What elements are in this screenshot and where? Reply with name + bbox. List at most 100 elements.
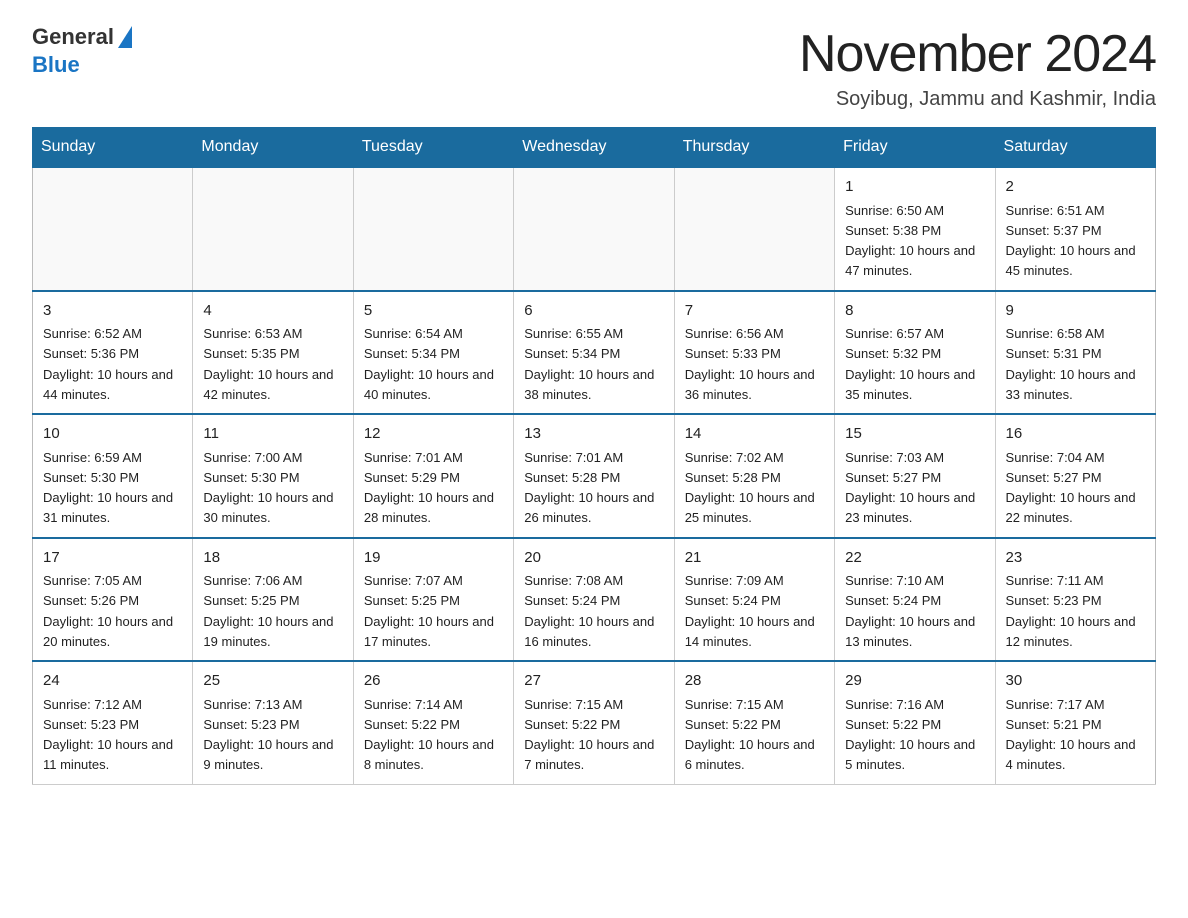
day-number: 13 bbox=[524, 423, 663, 446]
calendar-day-cell: 10Sunrise: 6:59 AMSunset: 5:30 PMDayligh… bbox=[33, 414, 193, 538]
calendar-day-cell bbox=[353, 167, 513, 291]
page-header: General Blue November 2024 Soyibug, Jamm… bbox=[32, 24, 1156, 111]
calendar-day-cell: 8 Sunrise: 6:57 AMSunset: 5:32 PMDaylight… bbox=[835, 291, 995, 415]
calendar-day-cell: 6 Sunrise: 6:55 AMSunset: 5:34 PMDaylight… bbox=[514, 291, 674, 415]
calendar-week-row: 24 Sunrise: 7:12 AMSunset: 5:23 PMDayligh… bbox=[33, 661, 1156, 784]
weekday-header-thursday: Thursday bbox=[674, 128, 834, 168]
day-number: 24 bbox=[43, 670, 182, 693]
location-subtitle: Soyibug, Jammu and Kashmir, India bbox=[799, 88, 1156, 111]
day-number: 26 bbox=[364, 670, 503, 693]
day-info: Sunrise: 6:55 AMSunset: 5:34 PMDaylight:… bbox=[524, 326, 654, 402]
title-area: November 2024 Soyibug, Jammu and Kashmir… bbox=[799, 24, 1156, 111]
day-number: 22 bbox=[845, 547, 984, 570]
calendar-week-row: 3Sunrise: 6:52 AMSunset: 5:36 PMDaylight… bbox=[33, 291, 1156, 415]
day-number: 9 bbox=[1006, 300, 1145, 323]
day-info: Sunrise: 6:57 AMSunset: 5:32 PMDaylight:… bbox=[845, 326, 975, 402]
day-info: Sunrise: 7:13 AMSunset: 5:23 PMDaylight:… bbox=[203, 697, 333, 773]
calendar-table: SundayMondayTuesdayWednesdayThursdayFrid… bbox=[32, 127, 1156, 785]
calendar-day-cell: 28 Sunrise: 7:15 AMSunset: 5:22 PMDayligh… bbox=[674, 661, 834, 784]
day-info: Sunrise: 7:05 AMSunset: 5:26 PMDaylight:… bbox=[43, 573, 173, 649]
day-info: Sunrise: 7:03 AMSunset: 5:27 PMDaylight:… bbox=[845, 450, 975, 526]
calendar-day-cell: 21 Sunrise: 7:09 AMSunset: 5:24 PMDayligh… bbox=[674, 538, 834, 662]
calendar-day-cell: 29 Sunrise: 7:16 AMSunset: 5:22 PMDayligh… bbox=[835, 661, 995, 784]
day-number: 6 bbox=[524, 300, 663, 323]
day-info: Sunrise: 7:15 AMSunset: 5:22 PMDaylight:… bbox=[524, 697, 654, 773]
day-info: Sunrise: 7:16 AMSunset: 5:22 PMDaylight:… bbox=[845, 697, 975, 773]
calendar-day-cell: 11Sunrise: 7:00 AMSunset: 5:30 PMDayligh… bbox=[193, 414, 353, 538]
weekday-header-wednesday: Wednesday bbox=[514, 128, 674, 168]
calendar-day-cell: 7 Sunrise: 6:56 AMSunset: 5:33 PMDaylight… bbox=[674, 291, 834, 415]
day-info: Sunrise: 7:01 AMSunset: 5:28 PMDaylight:… bbox=[524, 450, 654, 526]
day-number: 5 bbox=[364, 300, 503, 323]
weekday-header-monday: Monday bbox=[193, 128, 353, 168]
calendar-day-cell: 23 Sunrise: 7:11 AMSunset: 5:23 PMDayligh… bbox=[995, 538, 1155, 662]
calendar-day-cell bbox=[514, 167, 674, 291]
calendar-week-row: 10Sunrise: 6:59 AMSunset: 5:30 PMDayligh… bbox=[33, 414, 1156, 538]
calendar-day-cell: 24 Sunrise: 7:12 AMSunset: 5:23 PMDayligh… bbox=[33, 661, 193, 784]
calendar-day-cell: 3Sunrise: 6:52 AMSunset: 5:36 PMDaylight… bbox=[33, 291, 193, 415]
day-number: 25 bbox=[203, 670, 342, 693]
calendar-day-cell: 1Sunrise: 6:50 AMSunset: 5:38 PMDaylight… bbox=[835, 167, 995, 291]
day-info: Sunrise: 7:08 AMSunset: 5:24 PMDaylight:… bbox=[524, 573, 654, 649]
calendar-day-cell: 2 Sunrise: 6:51 AMSunset: 5:37 PMDaylight… bbox=[995, 167, 1155, 291]
day-info: Sunrise: 7:11 AMSunset: 5:23 PMDaylight:… bbox=[1006, 573, 1136, 649]
calendar-day-cell bbox=[674, 167, 834, 291]
day-number: 2 bbox=[1006, 176, 1145, 199]
calendar-day-cell: 9 Sunrise: 6:58 AMSunset: 5:31 PMDaylight… bbox=[995, 291, 1155, 415]
day-number: 18 bbox=[203, 547, 342, 570]
day-info: Sunrise: 6:52 AMSunset: 5:36 PMDaylight:… bbox=[43, 326, 173, 402]
day-info: Sunrise: 6:56 AMSunset: 5:33 PMDaylight:… bbox=[685, 326, 815, 402]
day-number: 21 bbox=[685, 547, 824, 570]
day-info: Sunrise: 7:01 AMSunset: 5:29 PMDaylight:… bbox=[364, 450, 494, 526]
calendar-day-cell: 12 Sunrise: 7:01 AMSunset: 5:29 PMDayligh… bbox=[353, 414, 513, 538]
logo: General Blue bbox=[32, 24, 132, 78]
weekday-header-friday: Friday bbox=[835, 128, 995, 168]
day-info: Sunrise: 6:54 AMSunset: 5:34 PMDaylight:… bbox=[364, 326, 494, 402]
day-number: 12 bbox=[364, 423, 503, 446]
day-number: 27 bbox=[524, 670, 663, 693]
calendar-day-cell: 5 Sunrise: 6:54 AMSunset: 5:34 PMDaylight… bbox=[353, 291, 513, 415]
weekday-header-saturday: Saturday bbox=[995, 128, 1155, 168]
day-info: Sunrise: 6:58 AMSunset: 5:31 PMDaylight:… bbox=[1006, 326, 1136, 402]
logo-general: General bbox=[32, 24, 114, 50]
calendar-day-cell: 16 Sunrise: 7:04 AMSunset: 5:27 PMDayligh… bbox=[995, 414, 1155, 538]
day-info: Sunrise: 6:59 AMSunset: 5:30 PMDaylight:… bbox=[43, 450, 173, 526]
calendar-day-cell: 14Sunrise: 7:02 AMSunset: 5:28 PMDayligh… bbox=[674, 414, 834, 538]
day-number: 8 bbox=[845, 300, 984, 323]
calendar-day-cell: 30Sunrise: 7:17 AMSunset: 5:21 PMDayligh… bbox=[995, 661, 1155, 784]
logo-blue: Blue bbox=[32, 52, 80, 78]
day-info: Sunrise: 7:12 AMSunset: 5:23 PMDaylight:… bbox=[43, 697, 173, 773]
calendar-day-cell: 25 Sunrise: 7:13 AMSunset: 5:23 PMDayligh… bbox=[193, 661, 353, 784]
day-info: Sunrise: 7:15 AMSunset: 5:22 PMDaylight:… bbox=[685, 697, 815, 773]
calendar-day-cell: 17Sunrise: 7:05 AMSunset: 5:26 PMDayligh… bbox=[33, 538, 193, 662]
day-number: 29 bbox=[845, 670, 984, 693]
day-number: 4 bbox=[203, 300, 342, 323]
day-info: Sunrise: 6:51 AMSunset: 5:37 PMDaylight:… bbox=[1006, 203, 1136, 279]
calendar-week-row: 1Sunrise: 6:50 AMSunset: 5:38 PMDaylight… bbox=[33, 167, 1156, 291]
day-info: Sunrise: 7:17 AMSunset: 5:21 PMDaylight:… bbox=[1006, 697, 1136, 773]
calendar-day-cell: 20Sunrise: 7:08 AMSunset: 5:24 PMDayligh… bbox=[514, 538, 674, 662]
calendar-day-cell: 27 Sunrise: 7:15 AMSunset: 5:22 PMDayligh… bbox=[514, 661, 674, 784]
calendar-day-cell: 22Sunrise: 7:10 AMSunset: 5:24 PMDayligh… bbox=[835, 538, 995, 662]
calendar-day-cell bbox=[33, 167, 193, 291]
day-info: Sunrise: 7:04 AMSunset: 5:27 PMDaylight:… bbox=[1006, 450, 1136, 526]
day-info: Sunrise: 7:06 AMSunset: 5:25 PMDaylight:… bbox=[203, 573, 333, 649]
calendar-day-cell bbox=[193, 167, 353, 291]
calendar-day-cell: 4 Sunrise: 6:53 AMSunset: 5:35 PMDaylight… bbox=[193, 291, 353, 415]
calendar-day-cell: 13 Sunrise: 7:01 AMSunset: 5:28 PMDayligh… bbox=[514, 414, 674, 538]
day-info: Sunrise: 7:09 AMSunset: 5:24 PMDaylight:… bbox=[685, 573, 815, 649]
day-number: 16 bbox=[1006, 423, 1145, 446]
weekday-header-tuesday: Tuesday bbox=[353, 128, 513, 168]
calendar-day-cell: 15Sunrise: 7:03 AMSunset: 5:27 PMDayligh… bbox=[835, 414, 995, 538]
month-year-title: November 2024 bbox=[799, 24, 1156, 84]
logo-triangle-icon bbox=[118, 26, 132, 48]
calendar-day-cell: 26Sunrise: 7:14 AMSunset: 5:22 PMDayligh… bbox=[353, 661, 513, 784]
calendar-day-cell: 19Sunrise: 7:07 AMSunset: 5:25 PMDayligh… bbox=[353, 538, 513, 662]
day-info: Sunrise: 6:53 AMSunset: 5:35 PMDaylight:… bbox=[203, 326, 333, 402]
day-number: 19 bbox=[364, 547, 503, 570]
day-number: 28 bbox=[685, 670, 824, 693]
calendar-day-cell: 18 Sunrise: 7:06 AMSunset: 5:25 PMDayligh… bbox=[193, 538, 353, 662]
day-info: Sunrise: 7:00 AMSunset: 5:30 PMDaylight:… bbox=[203, 450, 333, 526]
day-number: 7 bbox=[685, 300, 824, 323]
day-number: 23 bbox=[1006, 547, 1145, 570]
